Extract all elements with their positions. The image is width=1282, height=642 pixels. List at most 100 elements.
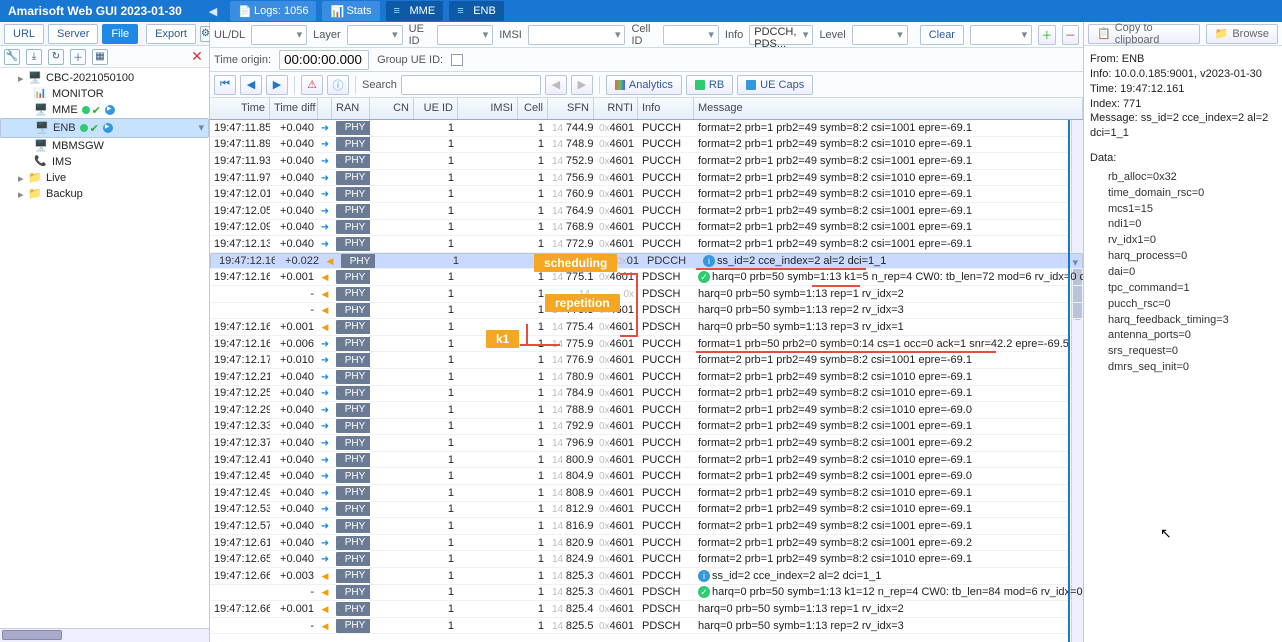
search-prev-icon[interactable]: ◀	[545, 75, 567, 95]
nav-next-icon[interactable]: ▶	[266, 75, 288, 95]
table-row[interactable]: 19:47:12.659+0.040PHY1114 824.90x4601PUC…	[210, 551, 1083, 568]
uldl-select[interactable]	[251, 25, 307, 45]
tree-item[interactable]: ▸Live	[0, 170, 209, 186]
file-button[interactable]: File	[102, 24, 138, 44]
table-row[interactable]: -PHY1114 775.30x4601PDSCHharq=0 prb=50 s…	[210, 303, 1083, 320]
grid-body[interactable]: scheduling repetition k1 19:47:11.859+0.…	[210, 120, 1083, 642]
table-row[interactable]: 19:47:12.161+0.022PHY1114 0x01PDCCHiss_i…	[210, 253, 1083, 270]
level-select[interactable]	[852, 25, 908, 45]
col-header[interactable]: SFN	[548, 98, 594, 119]
table-row[interactable]: 19:47:12.499+0.040PHY1114 808.90x4601PUC…	[210, 485, 1083, 502]
grid-icon[interactable]: ▦	[92, 49, 108, 65]
group-ueid-checkbox[interactable]	[451, 54, 463, 66]
tree[interactable]: ▸CBC-2021050100MONITORMME✔ENB✔MBMSGWIMS▸…	[0, 68, 209, 628]
table-row[interactable]: 19:47:12.163+0.001PHY1114 775.40x4601PDS…	[210, 319, 1083, 336]
tree-item[interactable]: IMS	[0, 154, 209, 170]
layer-badge: PHY	[336, 569, 370, 583]
ueid-select[interactable]	[437, 25, 493, 45]
info-icon[interactable]: ⓘ	[327, 75, 349, 95]
table-row[interactable]: 19:47:12.099+0.040PHY1114 768.90x4601PUC…	[210, 220, 1083, 237]
col-header[interactable]: Time	[210, 98, 270, 119]
col-header[interactable]: IMSI	[458, 98, 518, 119]
table-row[interactable]: 19:47:12.339+0.040PHY1114 792.90x4601PUC…	[210, 419, 1083, 436]
col-header[interactable]: RNTI	[594, 98, 638, 119]
col-header[interactable]: UE ID	[414, 98, 458, 119]
uecaps-button[interactable]: UE Caps	[737, 75, 813, 95]
table-row[interactable]: 19:47:12.619+0.040PHY1114 820.90x4601PUC…	[210, 535, 1083, 552]
search-input[interactable]	[401, 75, 541, 95]
tree-item[interactable]: ▸CBC-2021050100	[0, 70, 209, 86]
table-row[interactable]: 19:47:12.299+0.040PHY1114 788.90x4601PUC…	[210, 402, 1083, 419]
table-row[interactable]: 19:47:11.939+0.040PHY1114 752.90x4601PUC…	[210, 153, 1083, 170]
tab-logs[interactable]: Logs: 1056	[230, 1, 316, 21]
table-row[interactable]: 19:47:12.179+0.010PHY1114 776.90x4601PUC…	[210, 352, 1083, 369]
tree-item[interactable]: MBMSGW	[0, 138, 209, 154]
tab-enb[interactable]: ENB	[449, 1, 504, 21]
table-row[interactable]: 19:47:12.169+0.006PHY1114 775.90x4601PUC…	[210, 336, 1083, 353]
url-button[interactable]: URL	[4, 24, 44, 44]
analytics-button[interactable]: Analytics	[606, 75, 682, 95]
remove-filter-icon[interactable]: －	[1062, 25, 1079, 45]
col-header[interactable]: RAN	[332, 98, 370, 119]
refresh-icon[interactable]: ↻	[48, 49, 64, 65]
direction-icon	[321, 205, 329, 217]
col-header[interactable]: Info	[638, 98, 694, 119]
arrow-down-icon[interactable]: ⤓	[26, 49, 42, 65]
search-next-icon[interactable]: ▶	[571, 75, 593, 95]
table-row[interactable]: 19:47:12.579+0.040PHY1114 816.90x4601PUC…	[210, 518, 1083, 535]
nav-first-icon[interactable]: ⏮	[214, 75, 236, 95]
table-row[interactable]: 19:47:11.979+0.040PHY1114 756.90x4601PUC…	[210, 170, 1083, 187]
table-row[interactable]: 19:47:12.419+0.040PHY1114 800.90x4601PUC…	[210, 452, 1083, 469]
nav-prev-icon[interactable]: ◀	[240, 75, 262, 95]
table-row[interactable]: -PHY1114 0xPDSCHharq=0 prb=50 symb=1:13 …	[210, 286, 1083, 303]
tree-item[interactable]: ▸Backup	[0, 186, 209, 202]
table-row[interactable]: 19:47:12.259+0.040PHY1114 784.90x4601PUC…	[210, 386, 1083, 403]
table-row[interactable]: 19:47:11.899+0.040PHY1114 748.90x4601PUC…	[210, 137, 1083, 154]
table-row[interactable]: -PHY1114 825.30x4601PDSCH✓harq=0 prb=50 …	[210, 585, 1083, 602]
table-row[interactable]: 19:47:12.539+0.040PHY1114 812.90x4601PUC…	[210, 502, 1083, 519]
tree-item[interactable]: ENB✔	[0, 118, 209, 138]
layer-select[interactable]	[347, 25, 403, 45]
col-header[interactable]: Message	[694, 98, 1083, 119]
saved-filter-select[interactable]	[970, 25, 1032, 45]
col-header[interactable]	[318, 98, 332, 119]
col-header[interactable]: CN	[370, 98, 414, 119]
plus-icon[interactable]: ＋	[70, 49, 86, 65]
table-row[interactable]: 19:47:12.059+0.040PHY1114 764.90x4601PUC…	[210, 203, 1083, 220]
table-row[interactable]: 19:47:12.459+0.040PHY1114 804.90x4601PUC…	[210, 468, 1083, 485]
table-row[interactable]: 19:47:12.162+0.001PHY1114 775.10x4601PDS…	[210, 269, 1083, 286]
left-hscroll[interactable]	[0, 628, 209, 642]
tab-mme[interactable]: MME	[386, 1, 444, 21]
copy-clipboard-button[interactable]: 📋Copy to clipboard	[1088, 24, 1200, 44]
tree-item[interactable]: MME✔	[0, 102, 209, 118]
table-row[interactable]: -PHY1114 825.50x4601PDSCHharq=0 prb=50 s…	[210, 618, 1083, 635]
table-row[interactable]: 19:47:12.663+0.001PHY1114 825.40x4601PDS…	[210, 601, 1083, 618]
time-origin-input[interactable]	[279, 50, 369, 70]
export-button[interactable]: Export	[146, 24, 196, 44]
info-select[interactable]: PDCCH, PDS...	[749, 25, 813, 45]
add-filter-icon[interactable]: ＋	[1038, 25, 1055, 45]
warning-icon[interactable]: ⚠	[301, 75, 323, 95]
table-row[interactable]: 19:47:12.219+0.040PHY1114 780.90x4601PUC…	[210, 369, 1083, 386]
table-row[interactable]: 19:47:12.662+0.003PHY1114 825.30x4601PDC…	[210, 568, 1083, 585]
table-row[interactable]: 19:47:11.859+0.040PHY1114 744.90x4601PUC…	[210, 120, 1083, 137]
tree-item[interactable]: MONITOR	[0, 86, 209, 102]
clear-button[interactable]: Clear	[920, 25, 964, 45]
server-button[interactable]: Server	[48, 24, 98, 44]
col-header[interactable]: Time diff	[270, 98, 318, 119]
imsi-select[interactable]	[528, 25, 626, 45]
ims-icon	[34, 155, 48, 169]
detail-data-header: Data:	[1090, 151, 1276, 166]
collapse-left-icon[interactable]: ◀	[204, 5, 222, 18]
table-row[interactable]: 19:47:12.019+0.040PHY1114 760.90x4601PUC…	[210, 186, 1083, 203]
table-row[interactable]: 19:47:12.379+0.040PHY1114 796.90x4601PUC…	[210, 435, 1083, 452]
cellid-select[interactable]	[663, 25, 719, 45]
direction-icon	[321, 354, 329, 366]
browse-button[interactable]: 📁Browse	[1206, 24, 1278, 44]
wrench-icon[interactable]: 🔧	[4, 49, 20, 65]
col-header[interactable]: Cell	[518, 98, 548, 119]
rb-button[interactable]: RB	[686, 75, 733, 95]
table-row[interactable]: 19:47:12.139+0.040PHY1114 772.90x4601PUC…	[210, 236, 1083, 253]
tab-stats[interactable]: Stats	[322, 1, 379, 21]
close-icon[interactable]: ✕	[189, 49, 205, 65]
